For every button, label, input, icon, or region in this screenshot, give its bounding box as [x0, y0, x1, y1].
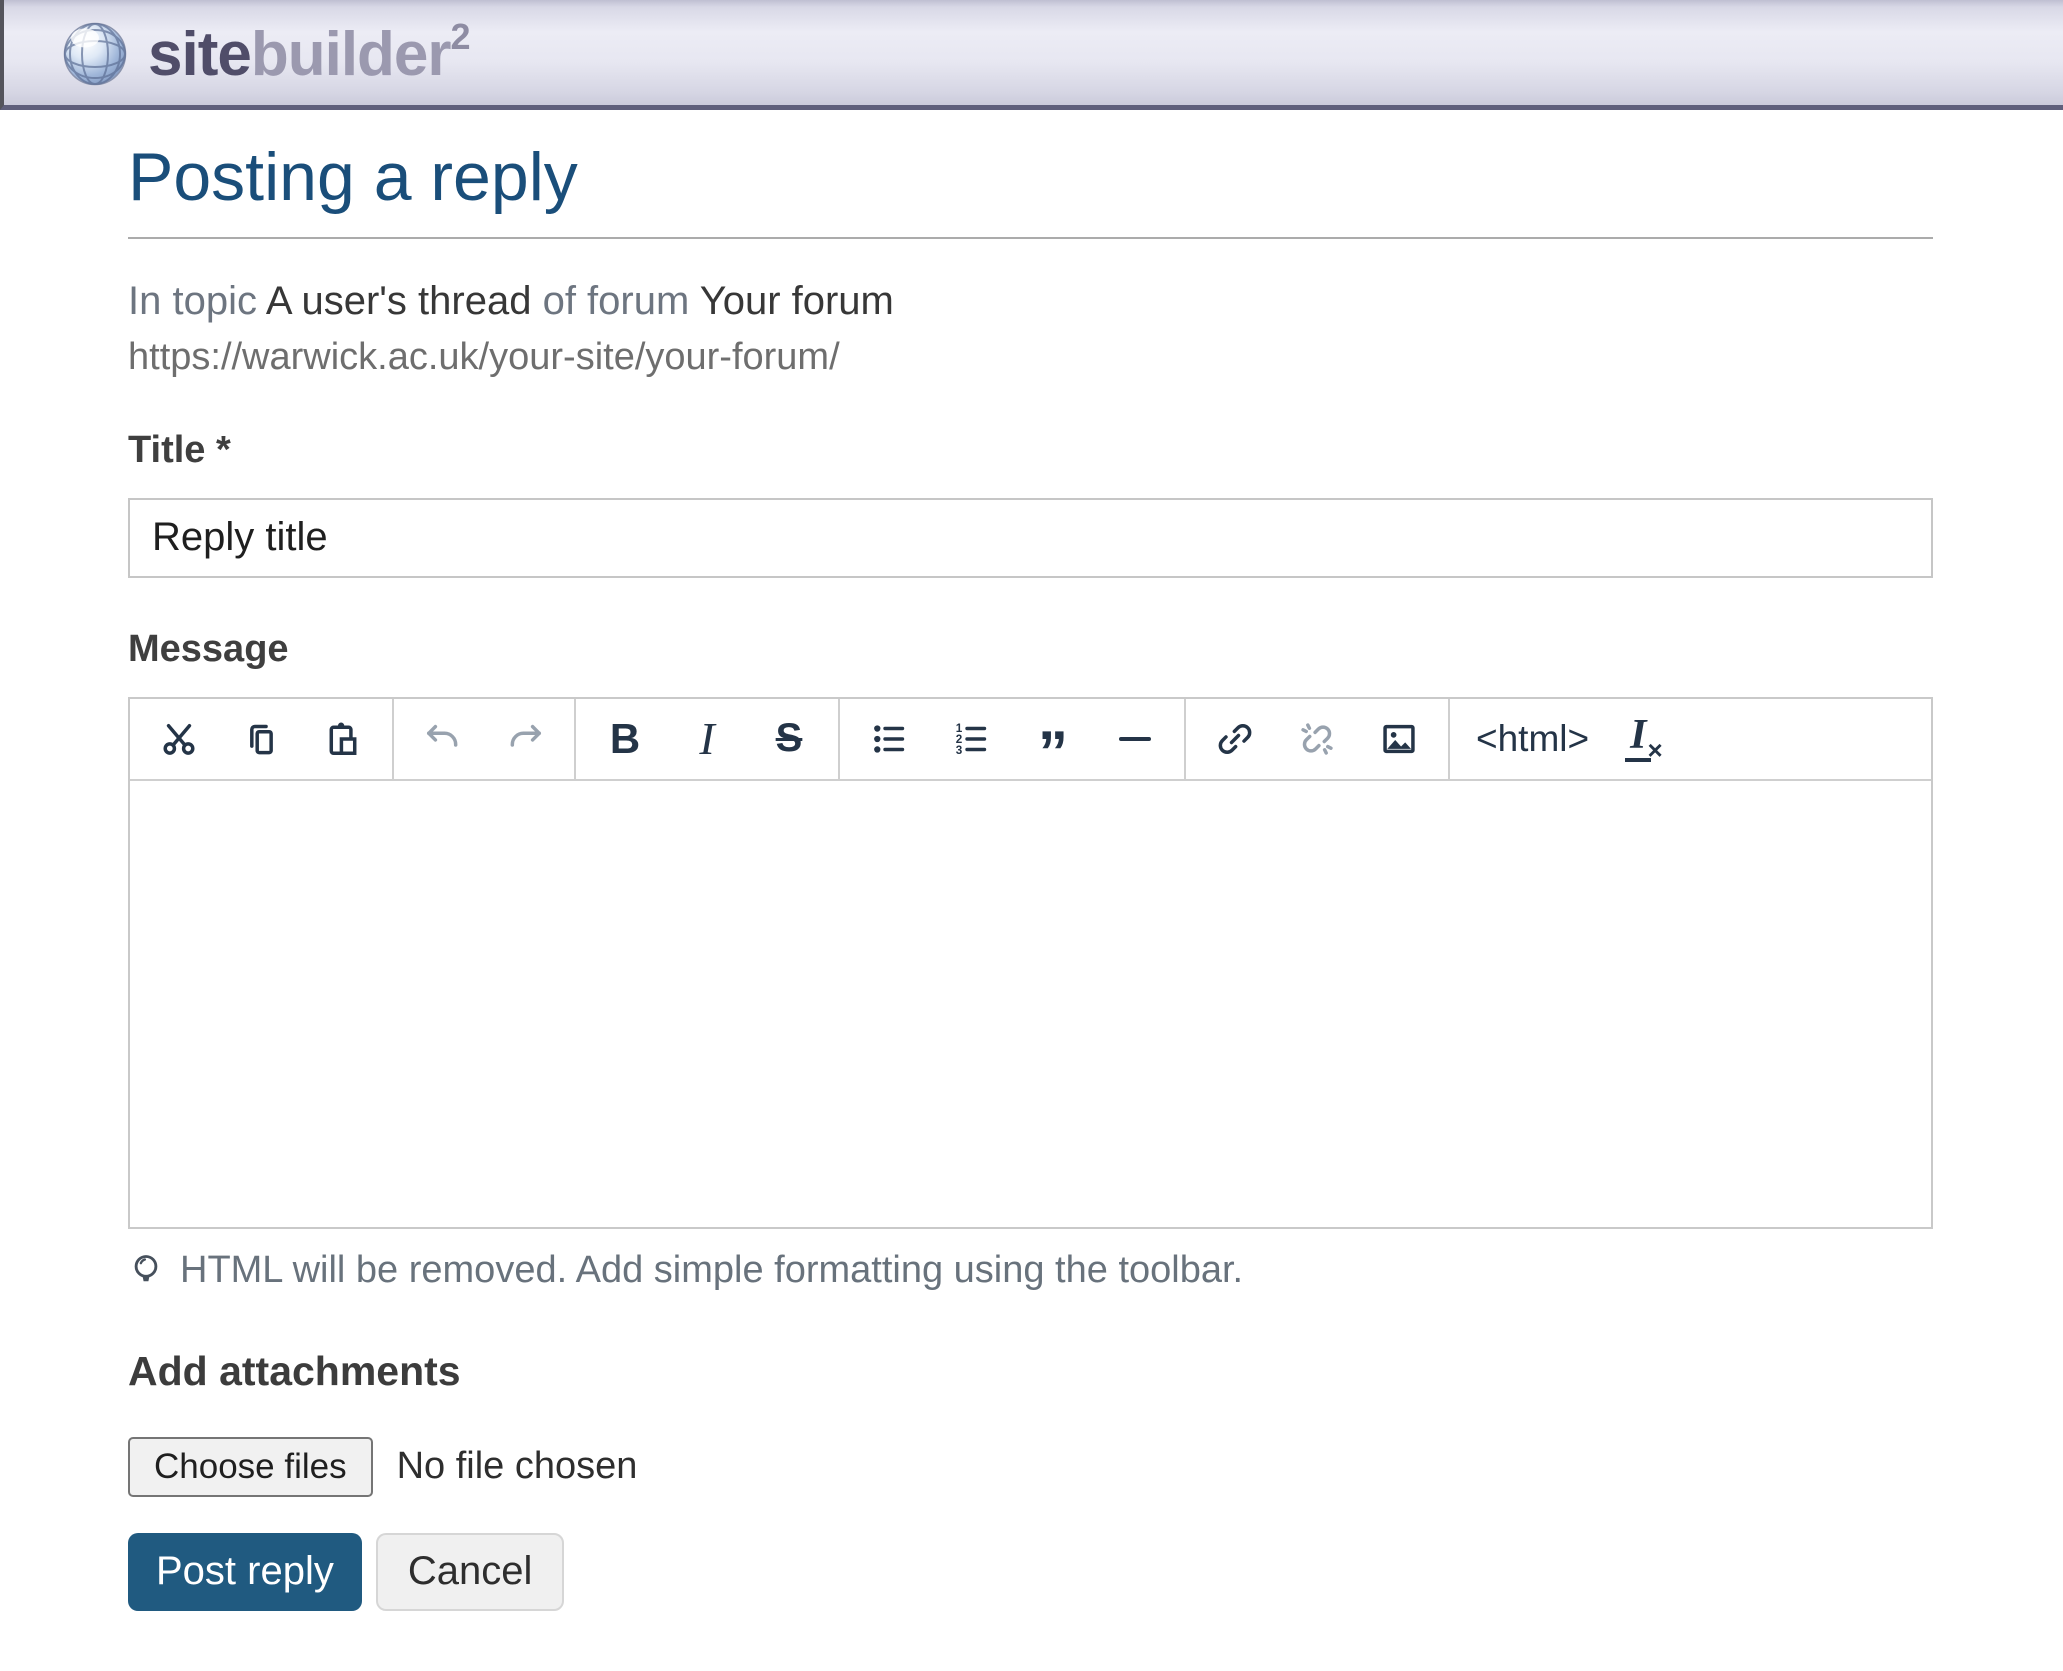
blockquote-button[interactable]: ”	[1012, 699, 1094, 779]
title-label-text: Title	[128, 429, 205, 471]
title-divider	[128, 237, 1933, 239]
topic-context: In topic A user's thread of forum Your f…	[128, 279, 1933, 324]
italic-button[interactable]: I	[666, 699, 748, 779]
post-reply-button[interactable]: Post reply	[128, 1533, 362, 1611]
paste-button[interactable]	[302, 699, 384, 779]
html-source-button[interactable]: <html>	[1458, 699, 1607, 779]
page-title: Posting a reply	[128, 140, 1933, 215]
strikethrough-button[interactable]: S	[748, 699, 830, 779]
horizontal-rule-button[interactable]	[1094, 699, 1176, 779]
undo-button[interactable]	[402, 699, 484, 779]
toolbar-group-source: <html> I ×	[1450, 699, 1689, 779]
logo-wordmark: sitebuilder2	[148, 19, 470, 86]
globe-icon	[62, 21, 128, 87]
unlink-button[interactable]	[1276, 699, 1358, 779]
attachments-heading: Add attachments	[128, 1348, 1933, 1395]
link-icon	[1216, 720, 1254, 758]
message-input[interactable]	[130, 781, 1931, 1227]
link-button[interactable]	[1194, 699, 1276, 779]
required-asterisk: *	[216, 429, 231, 471]
app-header: sitebuilder2	[0, 0, 2063, 110]
strikethrough-glyph: S	[776, 716, 803, 761]
editor-toolbar: B I S	[130, 699, 1931, 781]
bullet-list-icon	[870, 720, 908, 758]
scissors-icon	[160, 720, 198, 758]
redo-button[interactable]	[484, 699, 566, 779]
file-picker-row: Choose files No file chosen	[128, 1437, 1933, 1497]
bullet-list-button[interactable]	[848, 699, 930, 779]
forum-url: https://warwick.ac.uk/your-site/your-for…	[128, 336, 1933, 379]
clear-formatting-icon: I ×	[1625, 716, 1663, 762]
horizontal-rule-icon	[1119, 737, 1151, 741]
toolbar-group-blocks: 1 2 3 ”	[840, 699, 1186, 779]
numbered-list-icon: 1 2 3	[952, 720, 990, 758]
html-source-label: <html>	[1476, 718, 1589, 760]
toolbar-group-text-style: B I S	[576, 699, 840, 779]
title-field-label: Title *	[128, 429, 1933, 472]
copy-button[interactable]	[220, 699, 302, 779]
copy-icon	[242, 720, 280, 758]
image-button[interactable]	[1358, 699, 1440, 779]
topic-infix: of forum	[531, 279, 699, 323]
redo-icon	[506, 720, 544, 758]
clipboard-icon	[324, 720, 362, 758]
editor-hint: HTML will be removed. Add simple formatt…	[128, 1249, 1933, 1292]
toolbar-group-clipboard	[130, 699, 394, 779]
logo-site-text: site	[148, 20, 251, 89]
italic-glyph: I	[699, 712, 714, 765]
unlink-icon	[1298, 720, 1336, 758]
clear-formatting-button[interactable]: I ×	[1607, 699, 1681, 779]
bold-glyph: B	[610, 715, 640, 763]
svg-text:3: 3	[956, 744, 963, 757]
file-chosen-status: No file chosen	[397, 1445, 638, 1488]
undo-icon	[424, 720, 462, 758]
topic-thread-name: A user's thread	[266, 279, 532, 323]
clear-formatting-x: ×	[1647, 735, 1662, 766]
logo-superscript: 2	[451, 16, 470, 57]
message-field-label: Message	[128, 628, 1933, 671]
hint-text: HTML will be removed. Add simple formatt…	[180, 1249, 1243, 1292]
numbered-list-button[interactable]: 1 2 3	[930, 699, 1012, 779]
topic-prefix: In topic	[128, 279, 266, 323]
toolbar-group-history	[394, 699, 576, 779]
cut-button[interactable]	[138, 699, 220, 779]
toolbar-group-insert	[1186, 699, 1450, 779]
topic-forum-name: Your forum	[700, 279, 894, 323]
choose-files-button[interactable]: Choose files	[128, 1437, 373, 1497]
cancel-button[interactable]: Cancel	[376, 1533, 565, 1611]
content: Posting a reply In topic A user's thread…	[128, 140, 1933, 1671]
image-icon	[1380, 720, 1418, 758]
form-actions: Post reply Cancel	[128, 1533, 1933, 1611]
sitebuilder-logo: sitebuilder2	[62, 19, 470, 87]
bold-button[interactable]: B	[584, 699, 666, 779]
logo-builder-text: builder	[251, 20, 451, 89]
rich-text-editor: B I S	[128, 697, 1933, 1229]
reply-title-input[interactable]	[128, 498, 1933, 578]
lightbulb-icon	[128, 1252, 164, 1288]
